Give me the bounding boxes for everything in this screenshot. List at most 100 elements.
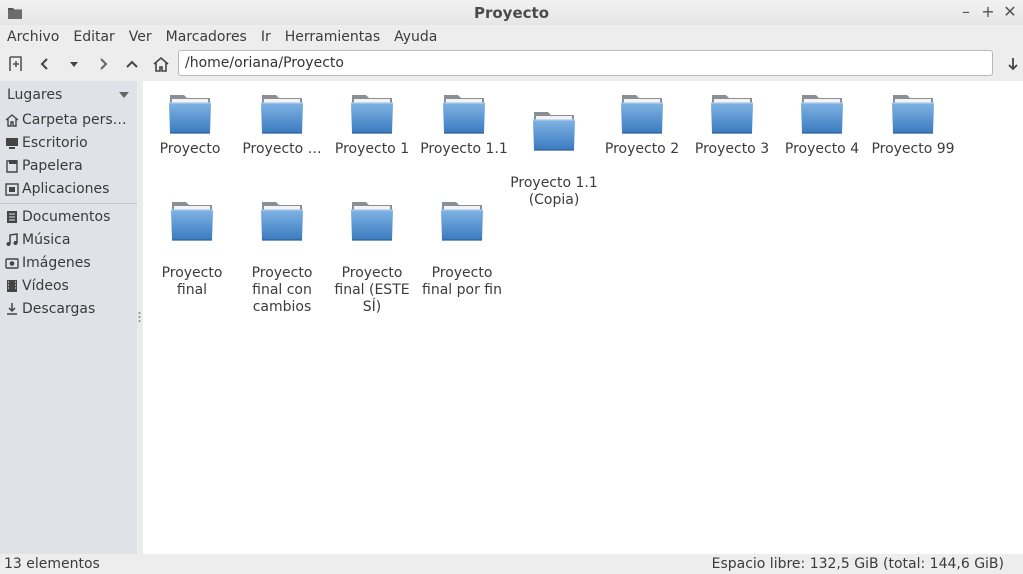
folder-name: Proyecto final con cambios	[251, 265, 313, 315]
sidebar-item-videos[interactable]: Vídeos	[0, 274, 137, 297]
status-bar: 13 elementos Espacio libre: 132,5 GiB (t…	[0, 554, 1023, 574]
location-bar[interactable]: /home/oriana/Proyecto	[178, 50, 993, 76]
folder-icon	[618, 91, 666, 137]
back-button[interactable]	[32, 51, 58, 77]
sidebar-item-label: Carpeta pers…	[22, 111, 127, 128]
sidebar-header-label: Lugares	[7, 86, 63, 103]
go-button[interactable]	[1000, 51, 1023, 77]
menu-marcadores[interactable]: Marcadores	[166, 29, 254, 45]
grip-dots-icon	[138, 311, 141, 323]
sidebar-item-label: Documentos	[22, 208, 111, 225]
sidebar-item-label: Música	[22, 231, 71, 248]
home-icon	[4, 112, 19, 127]
history-dropdown-button[interactable]	[61, 51, 87, 77]
sidebar-item-home[interactable]: Carpeta pers…	[0, 108, 137, 131]
sidebar-item-applications[interactable]: Aplicaciones	[0, 177, 137, 200]
sidebar-item-pictures[interactable]: Imágenes	[0, 251, 137, 274]
folder-name: Proyecto 2	[604, 141, 680, 157]
item-count: 13 elementos	[4, 556, 100, 572]
sidebar-item-documents[interactable]: Documentos	[0, 205, 137, 228]
folder-icon	[166, 91, 214, 137]
folder-item[interactable]: Proyecto final	[148, 181, 236, 299]
menu-bar: Archivo Editar Ver Marcadores Ir Herrami…	[0, 25, 1023, 49]
folder-item[interactable]: Proyecto final por fin	[418, 181, 506, 299]
menu-ayuda[interactable]: Ayuda	[394, 29, 444, 45]
applications-icon	[4, 181, 19, 196]
sidebar-item-label: Aplicaciones	[22, 180, 110, 197]
folder-name: Proyecto 3	[694, 141, 770, 157]
home-button[interactable]	[148, 51, 174, 77]
folder-item[interactable]: Proyecto 3	[688, 91, 776, 158]
new-tab-icon	[9, 56, 22, 71]
maximize-button[interactable]: +	[981, 3, 995, 21]
title-bar: Proyecto – + ✕	[0, 0, 1023, 25]
menu-ir[interactable]: Ir	[261, 29, 278, 45]
chevron-down-icon	[70, 62, 78, 67]
folder-item[interactable]: Proyecto 2	[598, 91, 686, 158]
folder-item[interactable]: Proyecto 1.1	[418, 91, 510, 158]
sidebar-item-music[interactable]: Música	[0, 228, 137, 251]
trash-icon	[4, 158, 19, 173]
folder-icon	[348, 91, 396, 137]
folder-name: Proyecto …	[242, 141, 322, 157]
folder-name: Proyecto final (ESTE SÍ)	[334, 265, 410, 315]
folder-icon	[348, 198, 396, 244]
sidebar-item-trash[interactable]: Papelera	[0, 154, 137, 177]
folder-icon	[440, 91, 488, 137]
folder-name: Proyecto 99	[871, 141, 955, 157]
folder-name: Proyecto	[159, 141, 221, 157]
location-path: /home/oriana/Proyecto	[185, 55, 344, 71]
folder-icon	[258, 91, 306, 137]
go-arrow-icon	[1008, 58, 1018, 71]
folder-name: Proyecto final	[161, 265, 223, 298]
folder-item[interactable]: Proyecto 1	[328, 91, 416, 158]
folder-item[interactable]: Proyecto …	[238, 91, 326, 158]
sidebar-item-label: Imágenes	[22, 254, 91, 271]
folder-item[interactable]: Proyecto 99	[868, 91, 958, 158]
up-arrow-icon	[126, 60, 138, 68]
parent-folder-button[interactable]	[119, 51, 145, 77]
sidebar-item-label: Descargas	[22, 300, 96, 317]
menu-archivo[interactable]: Archivo	[7, 29, 66, 45]
new-tab-button[interactable]	[3, 51, 29, 77]
folder-icon	[258, 198, 306, 244]
folder-item[interactable]: Proyecto 1.1 (Copia)	[508, 91, 600, 209]
sidebar-item-label: Vídeos	[22, 277, 69, 294]
folder-item[interactable]: Proyecto final (ESTE SÍ)	[328, 181, 416, 316]
folder-item[interactable]: Proyecto 4	[778, 91, 866, 158]
forward-button[interactable]	[90, 51, 116, 77]
downloads-icon	[4, 301, 19, 316]
folder-icon	[798, 91, 846, 137]
menu-herramientas[interactable]: Herramientas	[285, 29, 387, 45]
desktop-icon	[4, 135, 19, 150]
videos-icon	[4, 278, 19, 293]
folder-item[interactable]: Proyecto	[146, 91, 234, 158]
folder-name: Proyecto 1	[334, 141, 410, 157]
file-view[interactable]: Proyecto Proyecto … Proyecto 1 Proyecto …	[143, 81, 1023, 554]
chevron-down-icon	[119, 92, 129, 98]
folder-icon	[168, 198, 216, 244]
folder-name: Proyecto final por fin	[422, 265, 502, 298]
minimize-button[interactable]: –	[959, 3, 973, 21]
sidebar-item-desktop[interactable]: Escritorio	[0, 131, 137, 154]
sidebar-mode-selector[interactable]: Lugares	[0, 81, 137, 108]
menu-ver[interactable]: Ver	[129, 29, 159, 45]
folder-name: Proyecto 1.1	[420, 141, 508, 157]
window-title: Proyecto	[473, 3, 549, 22]
close-button[interactable]: ✕	[1003, 3, 1017, 21]
toolbar: /home/oriana/Proyecto	[0, 49, 1023, 79]
sidebar: Lugares Carpeta pers… Escritorio Papeler…	[0, 81, 137, 554]
folder-name: Proyecto 1.1 (Copia)	[510, 175, 598, 208]
folder-icon	[708, 91, 756, 137]
sidebar-item-downloads[interactable]: Descargas	[0, 297, 137, 320]
folder-item[interactable]: Proyecto final con cambios	[238, 181, 326, 316]
file-manager-app-icon	[8, 8, 22, 19]
sidebar-separator	[0, 200, 137, 204]
pictures-icon	[4, 255, 19, 270]
forward-arrow-icon	[100, 58, 108, 70]
free-space: Espacio libre: 132,5 GiB (total: 144,6 G…	[711, 556, 1004, 572]
music-icon	[4, 232, 19, 247]
home-icon	[153, 56, 169, 72]
folder-icon	[889, 91, 937, 137]
menu-editar[interactable]: Editar	[73, 29, 121, 45]
